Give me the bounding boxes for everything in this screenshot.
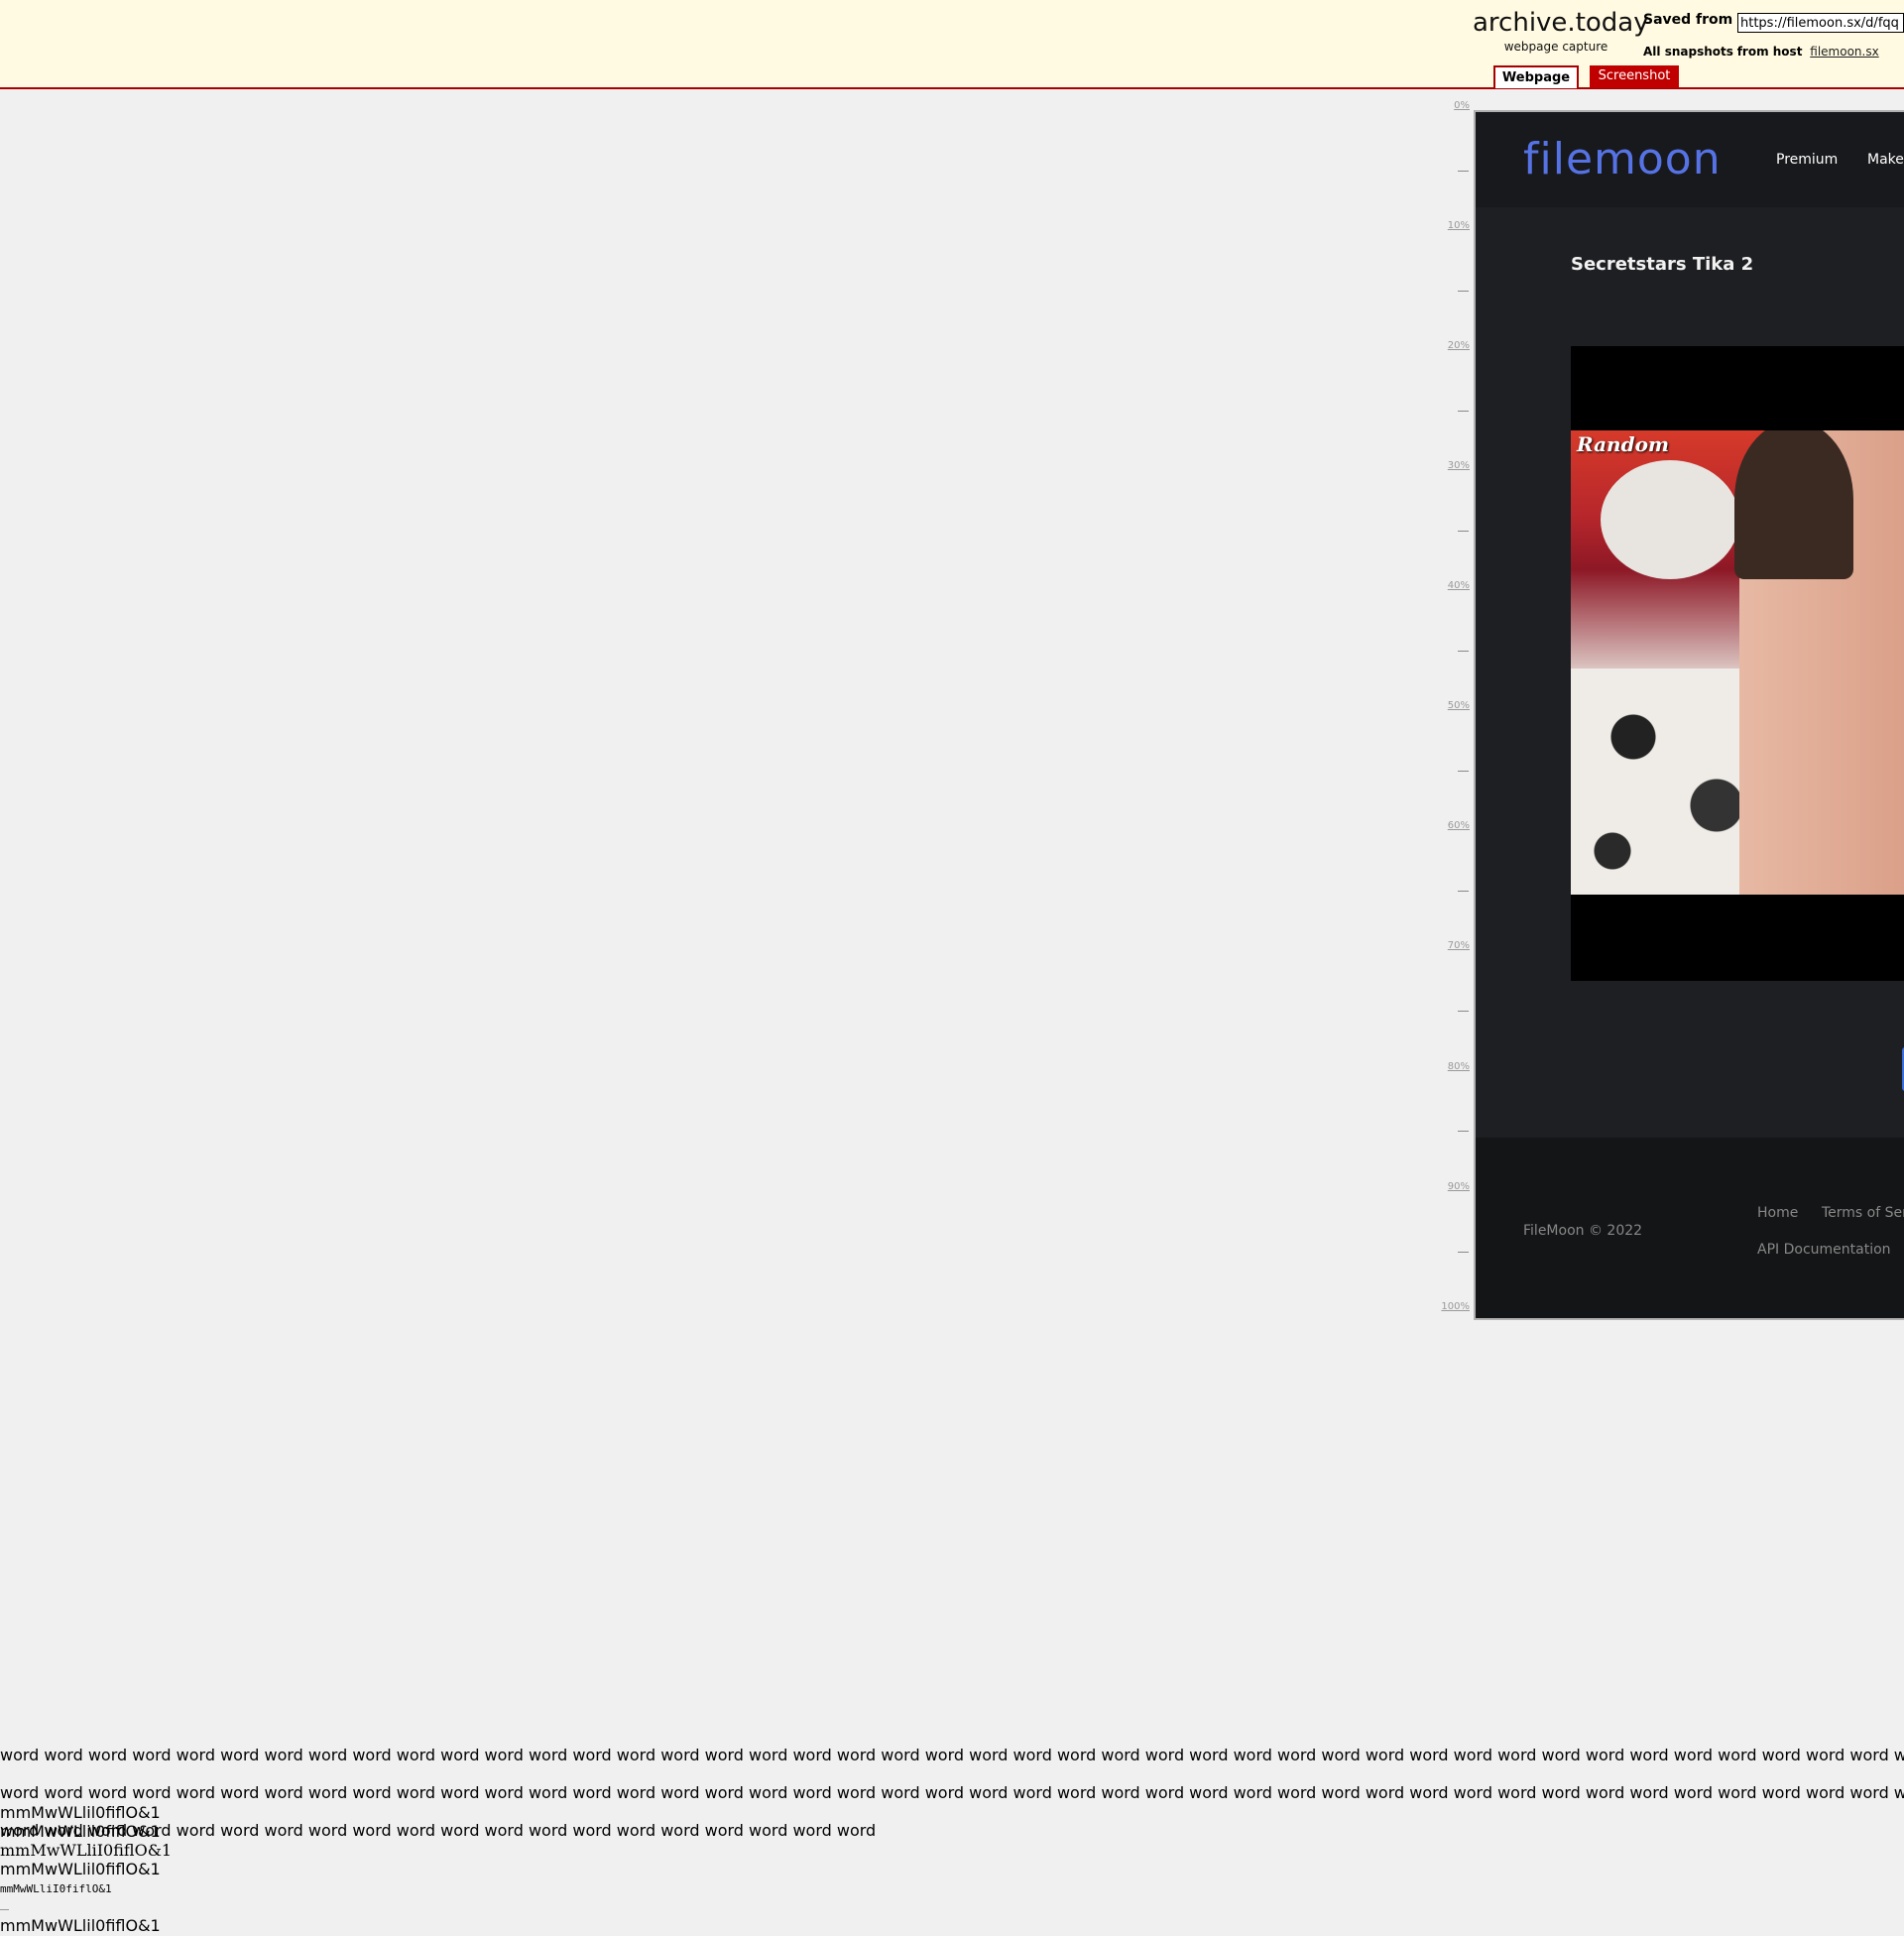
ruler-label[interactable]: 70% <box>1448 940 1470 951</box>
font-probe-line: mmMwWLlil0fiflO&1 <box>0 1803 161 1822</box>
ruler-tick <box>1458 1131 1469 1132</box>
archive-logo-subtitle: webpage capture <box>1503 40 1608 54</box>
ruler-tick <box>1458 171 1469 172</box>
tab-screenshot[interactable]: Screenshot <box>1590 65 1679 88</box>
ruler-tick <box>1458 531 1469 532</box>
ruler-label[interactable]: 10% <box>1448 220 1470 231</box>
footer-copyright: FileMoon © 2022 <box>1523 1223 1643 1239</box>
ruler-tick <box>1458 291 1469 292</box>
ruler-label[interactable]: 0% <box>1454 100 1470 111</box>
site-navbar: filemoon Premium Make <box>1476 112 1904 207</box>
font-probe-line: mmMwWLlil0fiflO&1 <box>0 1860 161 1878</box>
site-footer: FileMoon © 2022 Home Terms of Serv API D… <box>1476 1138 1904 1318</box>
thumbnail-shape <box>1601 460 1739 579</box>
ruler-label[interactable]: 60% <box>1448 820 1470 831</box>
ruler-tick <box>1458 411 1469 412</box>
ruler-label[interactable]: 50% <box>1448 700 1470 711</box>
ruler-tick <box>1458 1252 1469 1253</box>
font-probe-line: mmMwWLlil0fiflO&1 <box>0 1916 161 1935</box>
video-player[interactable]: Random <box>1571 346 1904 981</box>
thumbnail-shape <box>1734 430 1853 579</box>
probe-divider <box>0 1909 9 1910</box>
font-probe-words: word word word word word word word word … <box>0 1727 1904 1859</box>
ruler-tick <box>1458 651 1469 652</box>
tab-webpage[interactable]: Webpage <box>1493 65 1579 88</box>
font-probe-line-mono: mmMwWLliI0fiflO&1 <box>0 1882 112 1895</box>
probe-word-line: word word word word word word word word … <box>0 1821 877 1840</box>
all-snapshots-label[interactable]: All snapshots <box>1643 45 1733 59</box>
host-link[interactable]: filemoon.sx <box>1810 45 1878 59</box>
ruler-label[interactable]: 40% <box>1448 580 1470 591</box>
ruler-label[interactable]: 30% <box>1448 460 1470 471</box>
ruler-tick <box>1458 771 1469 772</box>
footer-home-link[interactable]: Home <box>1757 1205 1798 1221</box>
captured-page: filemoon Premium Make Secretstars Tika 2… <box>1474 110 1904 1320</box>
nav-premium-link[interactable]: Premium <box>1776 152 1838 168</box>
from-host-label: from host <box>1736 45 1803 59</box>
ruler-tick <box>1458 891 1469 892</box>
saved-from-label: Saved from <box>1643 12 1733 28</box>
archive-logo[interactable]: archive.today webpage capture <box>1473 6 1649 54</box>
ruler-label[interactable]: 100% <box>1441 1301 1470 1312</box>
probe-word-line: word word word word word word word word … <box>0 1783 1904 1802</box>
archive-header: archive.today webpage capture Saved from… <box>0 0 1904 89</box>
video-watermark: Random <box>1577 432 1670 456</box>
saved-url-input[interactable] <box>1737 13 1904 33</box>
footer-terms-link[interactable]: Terms of Serv <box>1822 1205 1904 1221</box>
video-thumbnail[interactable]: Random <box>1571 430 1904 895</box>
footer-api-link[interactable]: API Documentation <box>1757 1242 1891 1258</box>
ruler-label[interactable]: 90% <box>1448 1181 1470 1192</box>
site-logo[interactable]: filemoon <box>1523 134 1722 184</box>
snapshots-line: All snapshots from host filemoon.sx <box>1643 45 1879 59</box>
font-probe-line-serif: mmMwWLliI0fiflO&1 <box>0 1841 173 1860</box>
nav-make-link[interactable]: Make <box>1867 152 1904 168</box>
video-title: Secretstars Tika 2 <box>1571 254 1754 275</box>
ruler-label[interactable]: 20% <box>1448 340 1470 351</box>
ruler-label[interactable]: 80% <box>1448 1061 1470 1072</box>
archive-logo-title[interactable]: archive.today <box>1473 6 1649 40</box>
ruler-tick <box>1458 1011 1469 1012</box>
probe-word-line: word word word word word word word word … <box>0 1746 1904 1764</box>
font-probe-line: mmMwWLlil0fiflO&1 <box>0 1822 161 1841</box>
